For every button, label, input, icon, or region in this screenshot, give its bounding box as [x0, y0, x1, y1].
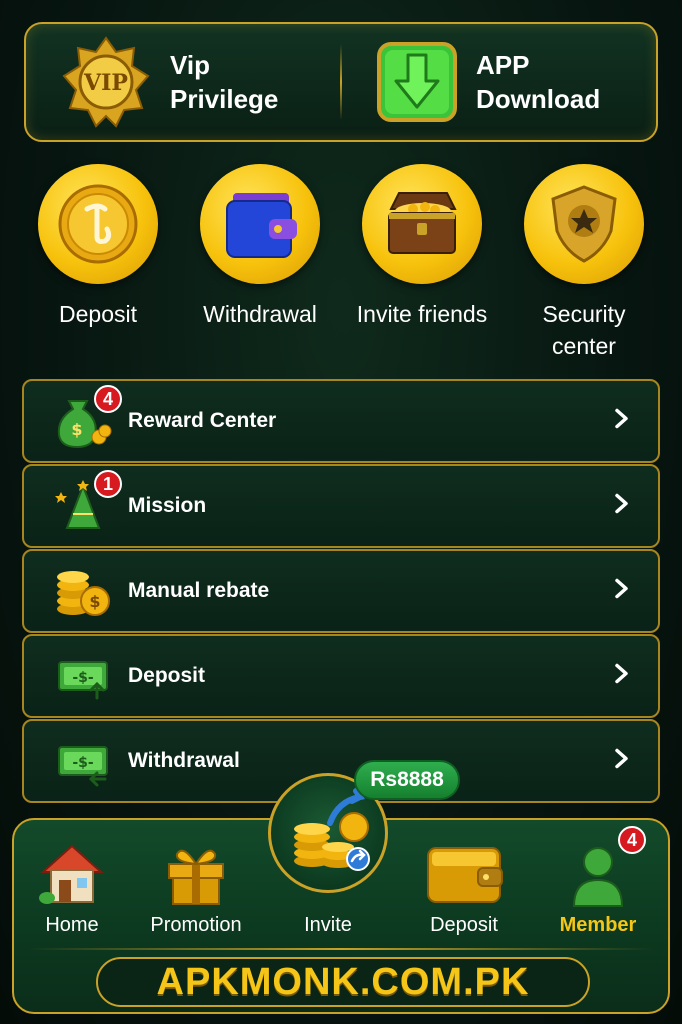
quick-action-deposit[interactable]: Deposit — [20, 164, 176, 364]
menu-item-label: Manual rebate — [128, 579, 270, 602]
wallet-icon — [200, 164, 320, 284]
quick-action-label: Deposit — [59, 301, 137, 327]
nav-item-deposit[interactable]: Deposit — [404, 820, 524, 938]
menu-item-manual-rebate[interactable]: $ Manual rebate — [22, 549, 660, 633]
cash-in-icon: -$- — [48, 646, 118, 706]
svg-text:-$-: -$- — [72, 670, 94, 686]
shield-icon — [524, 164, 644, 284]
menu-list: $ 4 Reward Center 1 Mission $ Manual reb… — [22, 379, 660, 804]
nav-divider — [28, 948, 654, 950]
nav-label: Promotion — [150, 914, 242, 936]
top-card: VIP Vip Privilege APP Download — [24, 22, 658, 142]
quick-action-label: Withdrawal — [203, 301, 317, 327]
domain-banner: APKMONK.COM.PK — [96, 957, 590, 1007]
quick-action-withdrawal[interactable]: Withdrawal — [182, 164, 338, 364]
coin-icon — [38, 164, 158, 284]
user-icon: 4 — [568, 826, 646, 908]
vip-badge-text: VIP — [83, 70, 128, 96]
svg-text:$: $ — [89, 592, 100, 611]
download-icon — [376, 41, 458, 123]
menu-item-label: Mission — [128, 494, 207, 517]
chevron-right-icon — [614, 663, 630, 690]
domain-text: APKMONK.COM.PK — [156, 960, 530, 1003]
nav-item-promotion[interactable]: Promotion — [136, 820, 256, 938]
menu-item-label: Reward Center — [128, 409, 277, 432]
nav-item-member[interactable]: 4 Member — [538, 820, 658, 938]
invite-bonus-badge: Rs8888 — [354, 760, 460, 800]
wallet-icon — [424, 830, 504, 908]
coins-icon: $ — [48, 561, 118, 621]
nav-item-home[interactable]: Home — [12, 820, 132, 938]
nav-label: Deposit — [430, 914, 498, 936]
quick-action-security-center[interactable]: Security center — [506, 164, 662, 364]
menu-item-deposit[interactable]: -$- Deposit — [22, 634, 660, 718]
menu-item-reward-center[interactable]: $ 4 Reward Center — [22, 379, 660, 463]
notification-badge: 4 — [94, 385, 122, 413]
nav-label: Invite — [304, 914, 352, 936]
gift-icon — [161, 830, 231, 908]
menu-item-label: Withdrawal — [128, 749, 240, 772]
vip-privilege-label: Vip Privilege — [170, 50, 279, 114]
chevron-right-icon — [614, 748, 630, 775]
quick-action-invite-friends[interactable]: Invite friends — [344, 164, 500, 364]
notification-badge: 4 — [618, 826, 646, 854]
menu-item-mission[interactable]: 1 Mission — [22, 464, 660, 548]
svg-text:$: $ — [71, 420, 82, 439]
menu-item-label: Deposit — [128, 664, 206, 687]
quick-actions: Deposit Withdrawal Invite friends Securi… — [20, 164, 662, 364]
app-download-button[interactable]: APP Download — [342, 24, 656, 140]
notification-badge: 1 — [94, 470, 122, 498]
vip-privilege-button[interactable]: VIP Vip Privilege — [26, 24, 340, 140]
money-bag-icon: $ 4 — [48, 385, 122, 451]
tree-icon: 1 — [48, 470, 122, 536]
coins-share-icon — [280, 783, 376, 884]
nav-label: Home — [45, 914, 99, 936]
treasure-chest-icon — [362, 164, 482, 284]
app-download-label: APP Download — [476, 50, 601, 114]
chevron-right-icon — [614, 408, 630, 435]
chevron-right-icon — [614, 493, 630, 520]
quick-action-label: Invite friends — [356, 301, 488, 327]
house-icon — [37, 830, 107, 908]
svg-text:-$-: -$- — [72, 755, 94, 771]
vip-badge-icon: VIP — [60, 36, 152, 128]
cash-out-icon: -$- — [48, 731, 118, 791]
quick-action-label: Security center — [542, 301, 626, 359]
nav-label: Member — [559, 914, 637, 936]
chevron-right-icon — [614, 578, 630, 605]
